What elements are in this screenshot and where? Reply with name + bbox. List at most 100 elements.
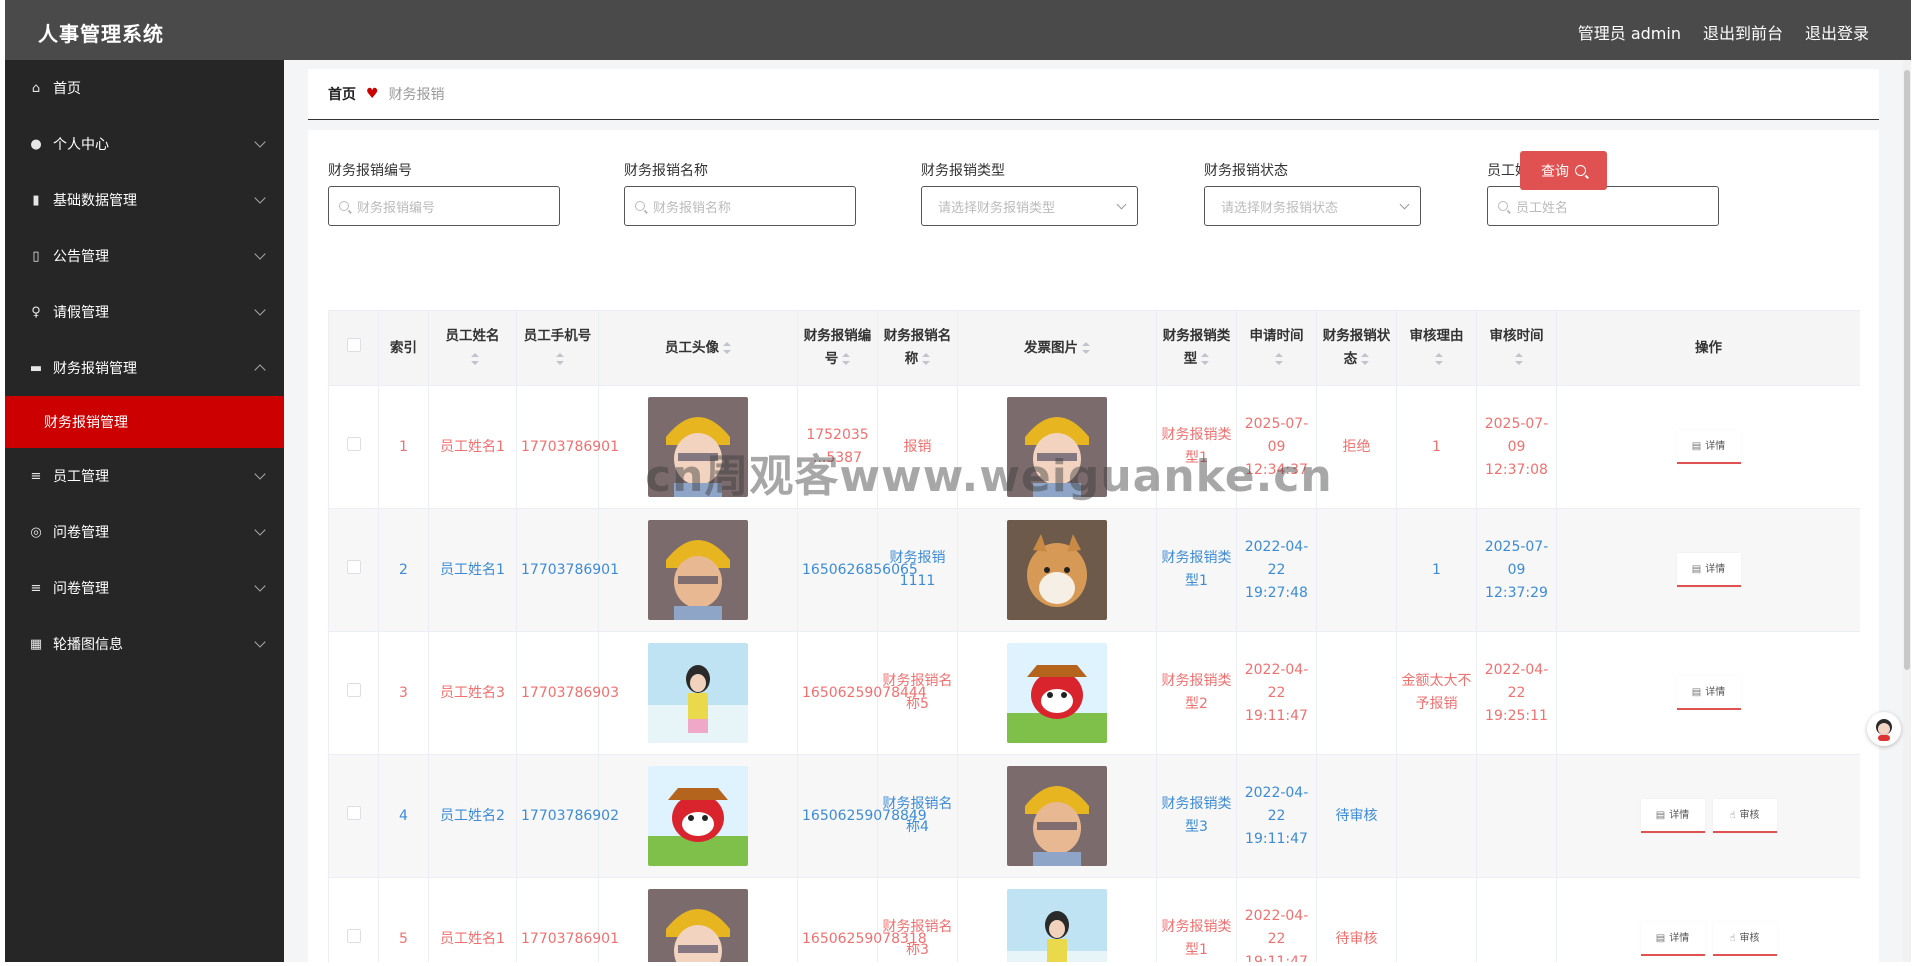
name-search-input[interactable]: 财务报销名称 xyxy=(624,186,856,226)
employee-search-input[interactable]: 员工姓名 xyxy=(1487,186,1719,226)
cell-status: 待审核 xyxy=(1316,754,1397,878)
search-group-name: 财务报销名称 财务报销名称 xyxy=(624,160,856,226)
cell-name: 员工姓名1 xyxy=(428,385,517,509)
sidebar-item-home[interactable]: ⌂ 首页 xyxy=(5,60,284,116)
row-checkbox[interactable] xyxy=(346,436,361,451)
detail-button[interactable]: ▤ 详情 xyxy=(1676,430,1741,464)
type-select[interactable]: 请选择财务报销类型 xyxy=(921,186,1138,226)
cell-status xyxy=(1316,631,1397,755)
detail-button[interactable]: ▤ 详情 xyxy=(1676,553,1741,587)
sort-icon[interactable] xyxy=(1361,353,1370,365)
vertical-scrollbar[interactable] xyxy=(1903,60,1911,962)
row-checkbox[interactable] xyxy=(346,805,361,820)
detail-button[interactable]: ▤ 详情 xyxy=(1676,676,1741,710)
invoice-image xyxy=(1007,520,1107,620)
sidebar-item-label: 请假管理 xyxy=(53,305,109,321)
logout-link[interactable]: 退出登录 xyxy=(1805,20,1869,44)
search-label: 财务报销编号 xyxy=(328,163,412,179)
admin-label[interactable]: 管理员 admin xyxy=(1578,20,1681,44)
cell-type: 财务报销类型1 xyxy=(1156,508,1237,632)
col-audit-time[interactable]: 审核时间 xyxy=(1476,310,1557,386)
chevron-down-icon xyxy=(254,304,266,316)
sidebar-item-finance[interactable]: ▬ 财务报销管理 xyxy=(5,340,284,396)
sort-icon[interactable] xyxy=(1514,353,1523,365)
avatar-image xyxy=(648,520,748,620)
sidebar-item-survey-2[interactable]: ≡ 问卷管理 xyxy=(5,560,284,616)
sidebar-item-personal[interactable]: ● 个人中心 xyxy=(5,116,284,172)
cell-phone: 17703786901 xyxy=(516,508,619,632)
avatar-image xyxy=(648,397,748,497)
audit-button[interactable]: ☝ 审核 xyxy=(1712,922,1777,956)
floating-avatar-button[interactable] xyxy=(1867,712,1901,746)
sort-icon[interactable] xyxy=(1434,353,1443,365)
sidebar-item-basic-data[interactable]: ▮ 基础数据管理 xyxy=(5,172,284,228)
main-content: 首页 ♥ 财务报销 财务报销编号 财务报销编号 财务报销名称 财务报销名称 财务… xyxy=(284,60,1911,962)
sidebar-item-carousel[interactable]: ▦ 轮播图信息 xyxy=(5,616,284,672)
cell-apply-time: 2022-04-22 19:11:47 xyxy=(1236,631,1317,755)
col-name[interactable]: 员工姓名 xyxy=(428,310,517,386)
search-icon xyxy=(1575,165,1586,176)
scrollbar-thumb[interactable] xyxy=(1904,70,1910,670)
exit-to-front-link[interactable]: 退出到前台 xyxy=(1703,20,1783,44)
sidebar-item-notice[interactable]: ▯ 公告管理 xyxy=(5,228,284,284)
col-type[interactable]: 财务报销类型 xyxy=(1156,310,1237,386)
placeholder-text: 财务报销编号 xyxy=(357,200,436,216)
avatar-icon xyxy=(1876,719,1892,741)
row-checkbox[interactable] xyxy=(346,928,361,943)
sort-icon[interactable] xyxy=(922,353,931,365)
col-status[interactable]: 财务报销状态 xyxy=(1316,310,1397,386)
cell-audit-time: 2025-07-09 12:37:29 xyxy=(1476,508,1557,632)
cell-type: 财务报销类型1 xyxy=(1156,385,1237,509)
audit-button[interactable]: ☝ 审核 xyxy=(1712,799,1777,833)
sort-icon[interactable] xyxy=(723,341,731,354)
document-icon: ▤ xyxy=(1691,563,1702,575)
cell-phone: 17703786901 xyxy=(516,877,619,962)
heart-icon: ♥ xyxy=(366,86,379,102)
sidebar: ⌂ 首页 ● 个人中心 ▮ 基础数据管理 ▯ 公告管理 ♀ 请假管理 ▬ 财务报… xyxy=(5,60,284,962)
sidebar-item-label: 个人中心 xyxy=(53,137,109,153)
sort-icon[interactable] xyxy=(842,353,851,365)
sidebar-item-leave[interactable]: ♀ 请假管理 xyxy=(5,284,284,340)
select-all-cell[interactable] xyxy=(328,310,379,386)
chevron-down-icon xyxy=(254,136,266,148)
col-apply-time[interactable]: 申请时间 xyxy=(1236,310,1317,386)
breadcrumb-home[interactable]: 首页 xyxy=(328,84,356,104)
cell-audit-time xyxy=(1476,754,1557,878)
top-bar: 人事管理系统 管理员 admin 退出到前台 退出登录 xyxy=(5,0,1911,60)
cell-reason: 金额太大不予报销 xyxy=(1396,631,1477,755)
row-checkbox[interactable] xyxy=(346,559,361,574)
row-checkbox[interactable] xyxy=(346,682,361,697)
col-rname[interactable]: 财务报销名称 xyxy=(877,310,958,386)
col-code[interactable]: 财务报销编号 xyxy=(797,310,878,386)
cell-status xyxy=(1316,508,1397,632)
top-actions: 管理员 admin 退出到前台 退出登录 xyxy=(1578,20,1869,44)
col-invoice[interactable]: 发票图片 xyxy=(957,310,1157,386)
sidebar-item-survey[interactable]: ◎ 问卷管理 xyxy=(5,504,284,560)
sort-icon[interactable] xyxy=(555,353,564,365)
invoice-image xyxy=(1007,643,1107,743)
code-search-input[interactable]: 财务报销编号 xyxy=(328,186,560,226)
chevron-down-icon xyxy=(254,248,266,260)
cell-code: 16506259078849 xyxy=(797,754,927,878)
sort-icon[interactable] xyxy=(1082,341,1090,354)
detail-button[interactable]: ▤ 详情 xyxy=(1640,799,1705,833)
col-phone[interactable]: 员工手机号 xyxy=(516,310,599,386)
sidebar-item-employee[interactable]: ≡ 员工管理 xyxy=(5,448,284,504)
detail-button[interactable]: ▤ 详情 xyxy=(1640,922,1705,956)
select-all-checkbox[interactable] xyxy=(346,337,361,352)
monitor-icon: ▬ xyxy=(29,360,43,376)
sidebar-subitem-finance-manage[interactable]: 财务报销管理 xyxy=(5,396,284,448)
list-icon: ≡ xyxy=(30,580,42,596)
cell-index: 1 xyxy=(378,385,429,509)
sort-icon[interactable] xyxy=(470,353,479,365)
sort-icon[interactable] xyxy=(1274,353,1283,365)
table-row: 2 员工姓名1 17703786901 1650626856065 财务报销11… xyxy=(328,508,1860,632)
cell-name: 员工姓名2 xyxy=(428,754,517,878)
status-select[interactable]: 请选择财务报销状态 xyxy=(1204,186,1421,226)
cell-rname: 报销 xyxy=(877,385,958,509)
query-button[interactable]: 查询 xyxy=(1520,151,1607,190)
sort-icon[interactable] xyxy=(1201,353,1210,365)
col-avatar[interactable]: 员工头像 xyxy=(598,310,798,386)
content-panel: 财务报销编号 财务报销编号 财务报销名称 财务报销名称 财务报销类型 请选择财务… xyxy=(308,130,1879,962)
col-reason[interactable]: 审核理由 xyxy=(1396,310,1477,386)
